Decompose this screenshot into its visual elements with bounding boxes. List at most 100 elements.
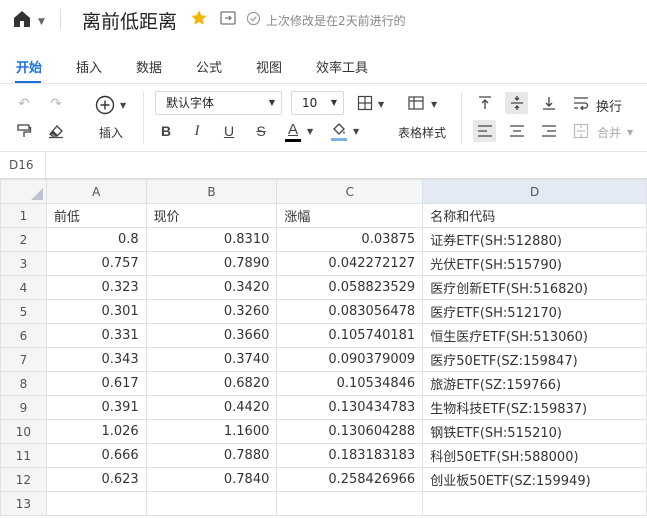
align-center-icon[interactable] (509, 124, 525, 138)
align-top-icon[interactable] (477, 95, 493, 111)
row-header[interactable]: 1 (0, 203, 47, 228)
tab-insert[interactable]: 插入 (76, 57, 102, 76)
cell-c[interactable]: 0.258426966 (276, 467, 424, 492)
merge-label[interactable]: 合并 (597, 124, 621, 141)
row-header[interactable]: 4 (0, 275, 47, 300)
row-header[interactable]: 12 (0, 467, 47, 492)
home-dropdown-caret[interactable]: ▼ (38, 17, 45, 27)
undo-icon[interactable]: ↶ (14, 94, 34, 114)
cell-c[interactable]: 0.130434783 (276, 395, 424, 420)
cell-b[interactable]: 现价 (145, 203, 278, 228)
align-middle-icon[interactable] (509, 95, 525, 111)
cell-b[interactable]: 0.3420 (145, 275, 278, 300)
cell-a[interactable]: 0.323 (45, 275, 147, 300)
cell-a[interactable]: 0.331 (45, 323, 147, 348)
cell-a[interactable]: 0.8 (45, 227, 147, 252)
cell-a[interactable]: 1.026 (45, 419, 147, 444)
cell-d[interactable]: 医疗ETF(SH:512170) (422, 299, 647, 324)
format-painter-icon[interactable] (16, 123, 32, 139)
cell-a[interactable]: 0.757 (45, 251, 147, 276)
cell-c[interactable]: 0.105740181 (276, 323, 424, 348)
name-box[interactable]: D16 (0, 152, 46, 178)
cell-b[interactable]: 0.3260 (145, 299, 278, 324)
cell-d[interactable]: 钢铁ETF(SH:515210) (422, 419, 647, 444)
cell-b[interactable]: 0.6820 (145, 371, 278, 396)
tab-formula[interactable]: 公式 (196, 57, 222, 76)
column-header-b[interactable]: B (145, 179, 278, 204)
cell-a[interactable]: 0.666 (45, 443, 147, 468)
table-style-icon[interactable] (408, 96, 426, 112)
wrap-text-icon[interactable] (573, 96, 589, 110)
cell-c[interactable]: 0.058823529 (276, 275, 424, 300)
cell-b[interactable]: 0.7880 (145, 443, 278, 468)
fill-color-icon[interactable] (331, 122, 347, 136)
insert-caret[interactable]: ▼ (120, 101, 126, 110)
bold-button[interactable]: B (158, 121, 174, 141)
align-right-icon[interactable] (541, 124, 557, 138)
fill-color-caret[interactable]: ▼ (353, 127, 359, 136)
column-header-d[interactable]: D (422, 179, 647, 204)
eraser-icon[interactable] (47, 123, 65, 139)
cell-d[interactable]: 医疗创新ETF(SH:516820) (422, 275, 647, 300)
select-all-corner[interactable] (0, 179, 47, 204)
cell-d[interactable]: 科创50ETF(SH:588000) (422, 443, 647, 468)
column-header-c[interactable]: C (276, 179, 424, 204)
cell-c[interactable]: 涨幅 (276, 203, 424, 228)
cell-d[interactable]: 光伏ETF(SH:515790) (422, 251, 647, 276)
cell-d[interactable]: 证券ETF(SH:512880) (422, 227, 647, 252)
table-style-label[interactable]: 表格样式 (398, 124, 446, 141)
cell-a[interactable]: 0.617 (45, 371, 147, 396)
strikethrough-button[interactable]: S (253, 121, 269, 141)
cell-a[interactable]: 0.343 (45, 347, 147, 372)
cell-d[interactable]: 名称和代码 (422, 203, 647, 228)
cell-d[interactable]: 生物科技ETF(SZ:159837) (422, 395, 647, 420)
row-header[interactable]: 10 (0, 419, 47, 444)
cell-b[interactable]: 0.7840 (145, 467, 278, 492)
tab-efficiency-tools[interactable]: 效率工具 (316, 57, 368, 76)
row-header[interactable]: 11 (0, 443, 47, 468)
cell-c[interactable]: 0.10534846 (276, 371, 424, 396)
cell-d[interactable]: 创业板50ETF(SZ:159949) (422, 467, 647, 492)
border-icon[interactable] (357, 95, 373, 111)
redo-icon[interactable]: ↷ (46, 94, 66, 114)
cell-b[interactable]: 1.1600 (145, 419, 278, 444)
tab-data[interactable]: 数据 (136, 57, 162, 76)
cell-a[interactable]: 0.623 (45, 467, 147, 492)
font-color-button[interactable]: A (285, 120, 301, 138)
cell-a[interactable]: 0.301 (45, 299, 147, 324)
row-header[interactable]: 8 (0, 371, 47, 396)
italic-button[interactable]: I (189, 121, 205, 141)
row-header[interactable]: 7 (0, 347, 47, 372)
row-header[interactable]: 2 (0, 227, 47, 252)
cell-a[interactable]: 0.391 (45, 395, 147, 420)
border-caret[interactable]: ▼ (378, 100, 384, 109)
wrap-label[interactable]: 换行 (596, 96, 622, 115)
cell-a[interactable] (45, 491, 147, 516)
cell-d[interactable]: 医疗50ETF(SZ:159847) (422, 347, 647, 372)
align-left-icon[interactable] (477, 124, 493, 138)
font-family-select[interactable]: 默认字体 ▼ (155, 91, 282, 115)
align-bottom-icon[interactable] (541, 95, 557, 111)
cell-c[interactable]: 0.042272127 (276, 251, 424, 276)
column-header-a[interactable]: A (45, 179, 147, 204)
move-folder-icon[interactable] (220, 11, 236, 25)
font-color-caret[interactable]: ▼ (307, 127, 313, 136)
home-icon[interactable] (12, 9, 32, 29)
cell-d[interactable] (422, 491, 647, 516)
insert-label[interactable]: 插入 (99, 124, 123, 141)
row-header[interactable]: 6 (0, 323, 47, 348)
cell-b[interactable]: 0.3660 (145, 323, 278, 348)
cell-c[interactable] (276, 491, 424, 516)
cell-c[interactable]: 0.03875 (276, 227, 424, 252)
cell-c[interactable]: 0.090379009 (276, 347, 424, 372)
cell-b[interactable]: 0.3740 (145, 347, 278, 372)
cell-b[interactable]: 0.7890 (145, 251, 278, 276)
cell-c[interactable]: 0.083056478 (276, 299, 424, 324)
cell-d[interactable]: 旅游ETF(SZ:159766) (422, 371, 647, 396)
row-header[interactable]: 13 (0, 491, 47, 516)
underline-button[interactable]: U (221, 121, 237, 141)
document-title[interactable]: 离前低距离 (82, 7, 177, 34)
cell-c[interactable]: 0.183183183 (276, 443, 424, 468)
cell-b[interactable] (145, 491, 278, 516)
font-size-select[interactable]: 10 ▼ (291, 91, 344, 115)
